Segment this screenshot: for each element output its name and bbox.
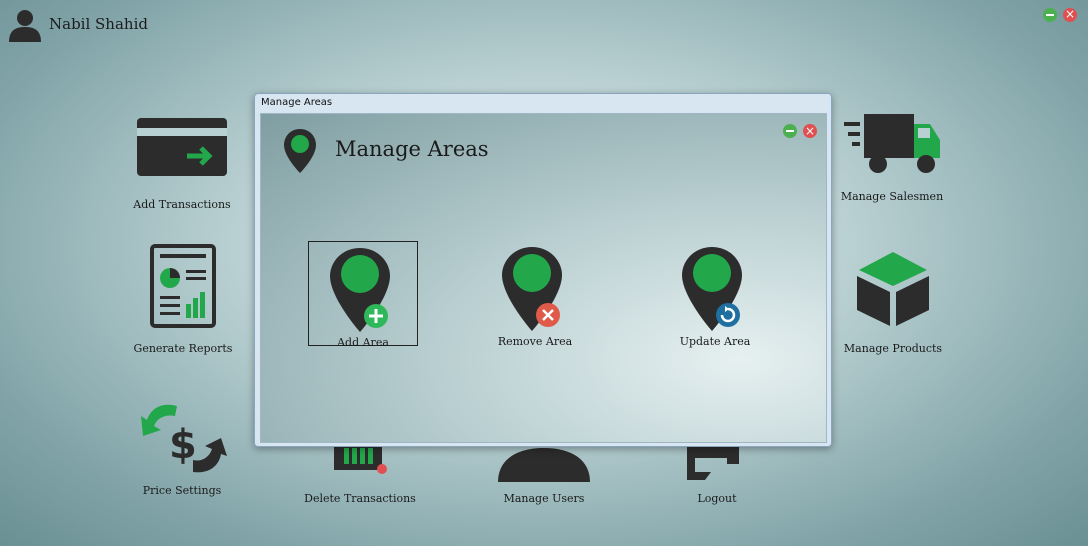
- tile-manage-products[interactable]: Manage Products: [813, 250, 973, 355]
- remove-area-label: Remove Area: [497, 335, 573, 348]
- dialog-heading: Manage Areas: [335, 137, 489, 161]
- update-area-pin-icon: [682, 247, 742, 331]
- user-name: Nabil Shahid: [49, 15, 148, 33]
- close-button[interactable]: [1063, 8, 1077, 22]
- map-pin-icon: [284, 129, 316, 173]
- add-area-pin-icon: [330, 248, 390, 332]
- minimize-button[interactable]: [1043, 8, 1057, 22]
- dialog-window-title: Manage Areas: [261, 97, 333, 108]
- dialog-minimize-button[interactable]: [783, 124, 797, 138]
- tile-label: Price Settings: [142, 484, 222, 497]
- user-avatar-icon: [9, 10, 41, 42]
- product-box-icon: [857, 252, 929, 326]
- update-area-label: Update Area: [679, 335, 751, 348]
- tile-manage-salesmen[interactable]: Manage Salesmen: [812, 112, 972, 203]
- tile-delete-transactions[interactable]: Delete Transactions: [280, 440, 440, 505]
- tile-label: Add Transactions: [133, 198, 231, 211]
- update-area-button[interactable]: Update Area: [661, 241, 769, 348]
- tile-add-transactions[interactable]: Add Transactions: [102, 118, 262, 211]
- delivery-truck-icon: [844, 114, 940, 173]
- svg-text:$: $: [169, 422, 197, 468]
- remove-area-button[interactable]: Remove Area: [481, 241, 589, 348]
- tile-generate-reports[interactable]: Generate Reports: [103, 244, 263, 355]
- tile-label: Manage Salesmen: [840, 190, 944, 203]
- tile-label: Logout: [697, 492, 737, 505]
- tile-label: Manage Products: [843, 342, 943, 355]
- add-area-button[interactable]: Add Area: [308, 241, 418, 349]
- price-exchange-icon: $: [141, 404, 227, 473]
- tile-label: Generate Reports: [133, 342, 233, 355]
- manage-areas-dialog: Manage Areas Manage Areas Add Area: [254, 93, 832, 447]
- card-transfer-icon: [137, 118, 227, 176]
- report-document-icon: [150, 244, 216, 328]
- tile-price-settings[interactable]: $ Price Settings: [102, 398, 262, 497]
- tile-label: Delete Transactions: [304, 492, 416, 505]
- dialog-body: Manage Areas Add Area Remove Area: [260, 113, 827, 443]
- remove-area-pin-icon: [502, 247, 562, 331]
- add-area-label: Add Area: [337, 336, 389, 349]
- tile-label: Manage Users: [503, 492, 585, 505]
- dialog-close-button[interactable]: [803, 124, 817, 138]
- tile-logout[interactable]: Logout: [637, 440, 797, 505]
- tile-manage-users[interactable]: Manage Users: [464, 440, 624, 505]
